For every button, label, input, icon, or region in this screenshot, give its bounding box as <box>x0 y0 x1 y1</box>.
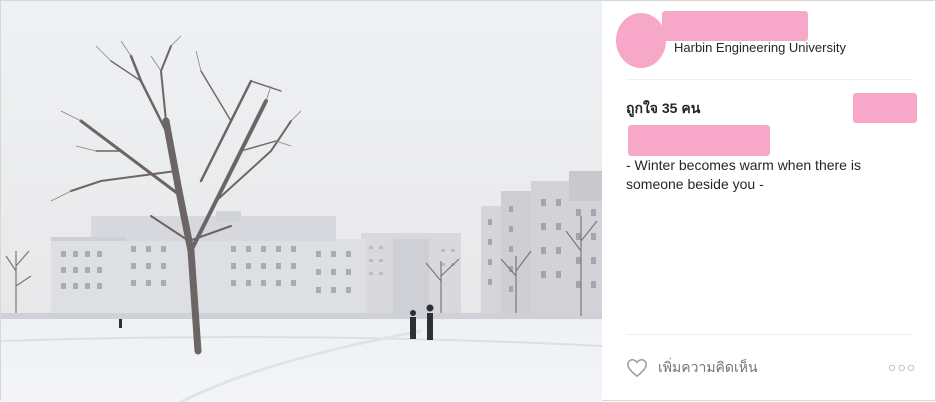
post-photo[interactable] <box>1 1 602 402</box>
timestamp-redacted <box>853 93 917 123</box>
caption-author-redacted <box>628 125 770 156</box>
instagram-post: Harbin Engineering University ถูกใจ 35 ค… <box>0 0 936 402</box>
username-redacted <box>662 11 808 41</box>
avatar[interactable] <box>616 13 666 68</box>
header-divider <box>626 79 913 80</box>
add-comment-input[interactable] <box>658 357 848 377</box>
heart-outline-icon[interactable] <box>626 357 648 379</box>
location-link[interactable]: Harbin Engineering University <box>674 40 846 55</box>
caption-text: - Winter becomes warm when there is some… <box>626 157 861 192</box>
more-options-icon[interactable]: ○○○ <box>888 359 916 375</box>
likes-count[interactable]: ถูกใจ 35 คน <box>626 98 700 120</box>
footer-divider <box>626 334 913 335</box>
snowy-campus-image <box>1 1 602 402</box>
post-details-panel: Harbin Engineering University ถูกใจ 35 ค… <box>602 1 936 402</box>
